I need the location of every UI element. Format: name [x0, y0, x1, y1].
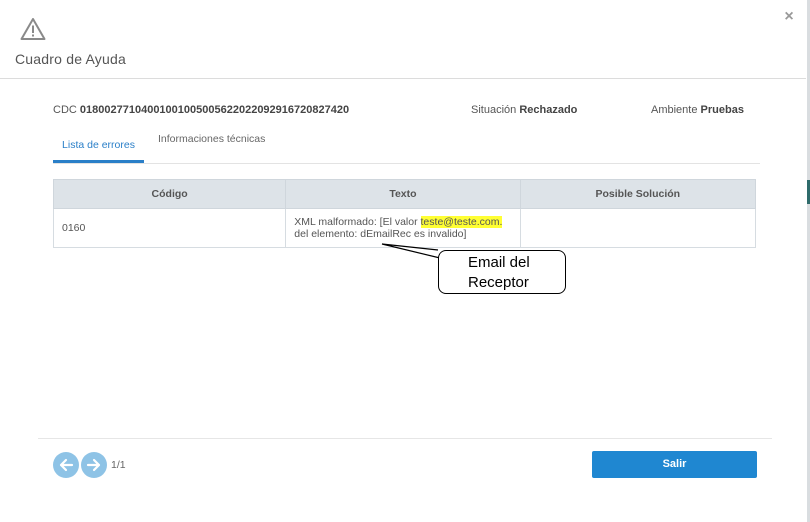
warning-triangle-icon	[20, 18, 46, 40]
tab-bar: Lista de errores Informaciones técnicas	[53, 128, 760, 164]
column-header-texto: Texto	[285, 179, 521, 209]
modal-header: Cuadro de Ayuda ×	[0, 0, 806, 79]
arrow-right-icon	[86, 458, 101, 472]
table-row: 0160 XML malformado: [El valor teste@tes…	[52, 208, 757, 248]
column-header-codigo: Código	[52, 179, 287, 209]
situacion-label: Situación	[471, 104, 517, 116]
tab-informaciones-tecnicas[interactable]: Informaciones técnicas	[158, 122, 265, 156]
salir-button[interactable]: Salir	[592, 451, 757, 478]
cell-posible-solucion	[519, 208, 757, 248]
tab-lista-de-errores[interactable]: Lista de errores	[53, 128, 144, 163]
error-text-start: XML malformado: [El valor	[294, 216, 421, 228]
annotation-callout: Email del Receptor	[438, 250, 566, 294]
annotation-line-1: Email del	[468, 254, 530, 271]
errors-table: Código Texto Posible Solución 0160 XML m…	[52, 179, 757, 248]
cell-codigo: 0160	[52, 208, 287, 248]
footer-divider	[38, 438, 772, 439]
situacion-info: Situación Rechazado	[471, 104, 577, 116]
error-text-end: del elemento: dEmailRec es invalido]	[294, 228, 467, 240]
table-header-row: Código Texto Posible Solución	[52, 179, 757, 209]
cell-texto: XML malformado: [El valor teste@teste.co…	[285, 208, 521, 248]
ambiente-value: Pruebas	[700, 104, 744, 116]
modal-title: Cuadro de Ayuda	[15, 51, 126, 67]
arrow-left-icon	[59, 458, 74, 472]
cdc-info: CDC 018002771040010010050056220220929167…	[53, 104, 349, 116]
previous-page-button[interactable]	[53, 452, 79, 478]
situacion-value: Rechazado	[519, 104, 578, 116]
ambiente-label: Ambiente	[651, 104, 698, 116]
annotation-line-2: Receptor	[468, 274, 529, 291]
cdc-value: 0180027710400100100500562202209291672082…	[79, 104, 350, 116]
column-header-posible-solucion: Posible Solución	[519, 179, 757, 209]
ambiente-info: Ambiente Pruebas	[651, 104, 744, 116]
highlighted-email: teste@teste.com.	[420, 216, 503, 228]
next-page-button[interactable]	[81, 452, 107, 478]
cdc-label: CDC	[53, 104, 77, 116]
page-indicator: 1/1	[111, 459, 126, 471]
close-icon[interactable]: ×	[782, 9, 796, 25]
